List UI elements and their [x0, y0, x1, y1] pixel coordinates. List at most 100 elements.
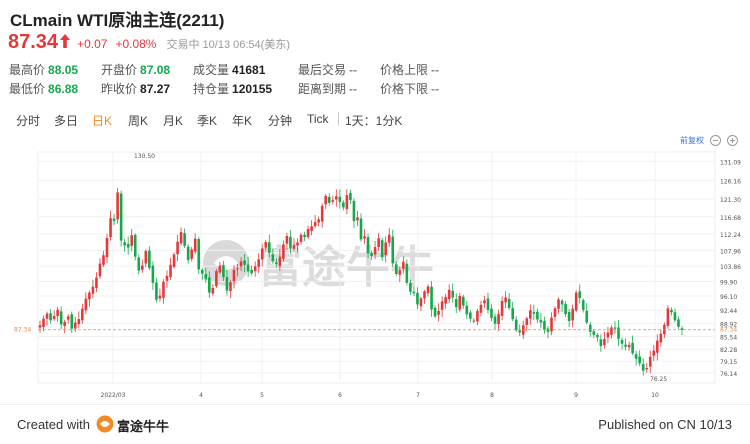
candle-body: [553, 308, 557, 317]
candle-body: [45, 313, 49, 319]
candle-body: [574, 292, 578, 311]
candle-body: [680, 328, 684, 330]
candle-body: [532, 312, 536, 314]
candle-body: [377, 238, 380, 247]
candle-body: [440, 301, 444, 310]
candle-body: [624, 344, 627, 347]
candle-body: [211, 287, 215, 294]
candle-body: [275, 262, 278, 265]
candle-body: [243, 260, 246, 265]
candle-body: [151, 265, 155, 283]
candle-body: [200, 269, 204, 274]
candle-body: [246, 264, 250, 272]
candle-body: [197, 239, 201, 270]
candle-body: [539, 320, 543, 323]
candle-body: [402, 261, 405, 269]
candle-body: [250, 269, 253, 274]
candle-body: [91, 286, 95, 294]
candle-body: [620, 339, 624, 344]
candle-body: [289, 236, 292, 249]
candle-body: [119, 193, 123, 241]
candle-body: [673, 312, 677, 321]
candle-body: [398, 270, 402, 275]
candle-body: [394, 264, 398, 275]
candle-body: [490, 308, 493, 318]
candle-body: [112, 218, 116, 221]
candle-body: [493, 316, 497, 324]
candle-body: [567, 312, 571, 322]
candle-body: [331, 200, 335, 202]
candle-body: [557, 299, 560, 309]
candle-body: [306, 229, 310, 238]
y-tick-label: 103.86: [720, 264, 741, 271]
candle-body: [472, 320, 476, 322]
candle-body: [38, 325, 42, 328]
candle-body: [652, 350, 656, 356]
x-tick-label: 4: [199, 392, 203, 399]
candle-body: [109, 218, 112, 238]
candle-body: [63, 321, 66, 326]
candle-body: [645, 367, 649, 370]
candle-body: [380, 240, 384, 258]
candle-body: [638, 356, 641, 364]
candle-body: [73, 322, 77, 329]
candle-body: [285, 235, 289, 244]
candle-body: [514, 319, 518, 331]
y-tick-label: 107.96: [720, 248, 741, 255]
created-with-text: Created with: [17, 417, 90, 432]
candle-body: [454, 299, 458, 308]
candle-body: [451, 290, 455, 298]
y-tick-label: 76.14: [720, 371, 737, 378]
candle-body: [310, 226, 313, 232]
candle-body: [370, 252, 373, 256]
y-tick-label: 85.54: [720, 335, 737, 342]
candle-body: [465, 305, 469, 315]
candle-body: [507, 298, 511, 308]
published-date: Published on CN 10/13: [598, 417, 732, 432]
candle-body: [183, 233, 186, 246]
candle-body: [303, 234, 306, 238]
candle-body: [560, 300, 564, 305]
x-tick-label: 6: [338, 392, 342, 399]
candle-body: [391, 236, 395, 264]
candle-body: [260, 248, 264, 260]
candle-body: [42, 318, 45, 328]
candle-body: [282, 244, 285, 259]
candle-body: [239, 261, 243, 267]
x-axis: 2022/03 4 5 6 7 8 9 10: [101, 392, 659, 399]
candle-body: [190, 249, 193, 259]
candle-body: [130, 235, 134, 246]
candle-body: [529, 310, 532, 319]
candle-body: [324, 195, 328, 205]
candle-body: [405, 263, 409, 283]
candle-body: [313, 222, 317, 227]
candle-body: [627, 344, 631, 348]
candle-body: [137, 257, 141, 271]
candle-body: [257, 259, 261, 267]
candle-body: [98, 263, 102, 277]
candle-body: [373, 247, 377, 255]
y-tick-label: 116.68: [720, 215, 741, 222]
candle-body: [423, 291, 426, 299]
candle-body: [218, 265, 222, 273]
candle-body: [578, 291, 582, 298]
y-tick-label: 99.90: [720, 279, 737, 286]
last-price-left-label: 87.34: [14, 327, 31, 334]
candle-body: [176, 241, 179, 255]
candle-body: [500, 300, 504, 316]
candle-body: [359, 218, 363, 240]
candle-body: [105, 237, 109, 258]
candlestick-chart: 富途牛牛 131.09126.16121.30116.68112.24107.9…: [14, 151, 741, 399]
candle-body: [193, 238, 197, 252]
candle-body: [179, 232, 183, 244]
x-tick-label: 10: [651, 392, 659, 399]
min-price-label: 76.25: [650, 376, 667, 383]
candle-body: [345, 195, 349, 210]
y-axis: 131.09 126.16 121.30 116.68 112.24 107.96 103.…: [720, 159, 741, 378]
y-tick-label: 92.44: [720, 308, 737, 315]
candle-body: [511, 308, 514, 320]
candle-body: [426, 286, 430, 294]
candle-body: [264, 242, 268, 248]
candle-body: [641, 364, 645, 371]
candle-body: [447, 289, 451, 300]
